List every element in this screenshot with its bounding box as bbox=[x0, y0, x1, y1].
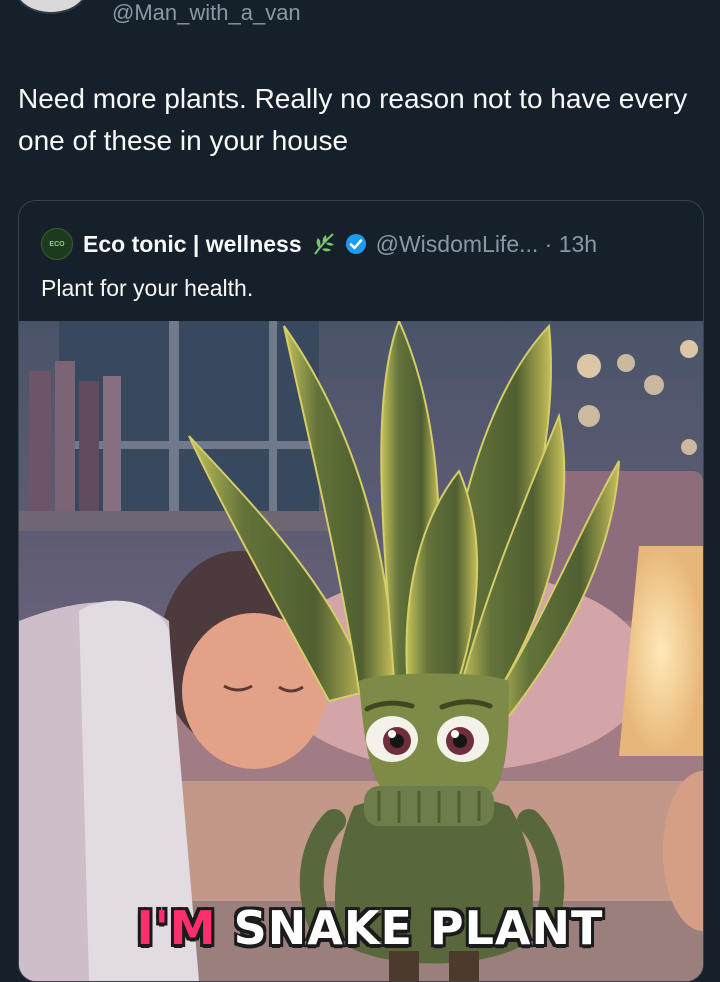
media-caption-highlight: I'M bbox=[136, 901, 217, 955]
quoted-author-name[interactable]: Eco tonic | wellness bbox=[83, 231, 302, 258]
media-caption-rest: SNAKE PLANT bbox=[216, 901, 604, 955]
author-handle[interactable]: @Man_with_a_van bbox=[112, 0, 301, 26]
snake-plant-illustration bbox=[19, 321, 703, 981]
quoted-media-image[interactable]: I'M SNAKE PLANT bbox=[19, 321, 703, 981]
quoted-tweet-header: ECO Eco tonic | wellness @WisdomLife... … bbox=[41, 227, 597, 261]
quoted-tweet-text: Plant for your health. bbox=[41, 275, 254, 301]
quoted-handle-time[interactable]: @WisdomLife... · 13h bbox=[376, 231, 597, 258]
quoted-avatar-label: ECO bbox=[49, 240, 65, 248]
post-author-row: @Man_with_a_van bbox=[0, 0, 720, 32]
quoted-tweet-card[interactable]: ECO Eco tonic | wellness @WisdomLife... … bbox=[18, 200, 704, 982]
post-text: Need more plants. Really no reason not t… bbox=[18, 83, 688, 156]
quoted-author-avatar[interactable]: ECO bbox=[41, 228, 73, 260]
leaf-icon bbox=[313, 233, 334, 255]
media-caption: I'M SNAKE PLANT bbox=[135, 901, 605, 955]
author-avatar[interactable] bbox=[14, 0, 88, 14]
verified-icon bbox=[345, 234, 366, 254]
